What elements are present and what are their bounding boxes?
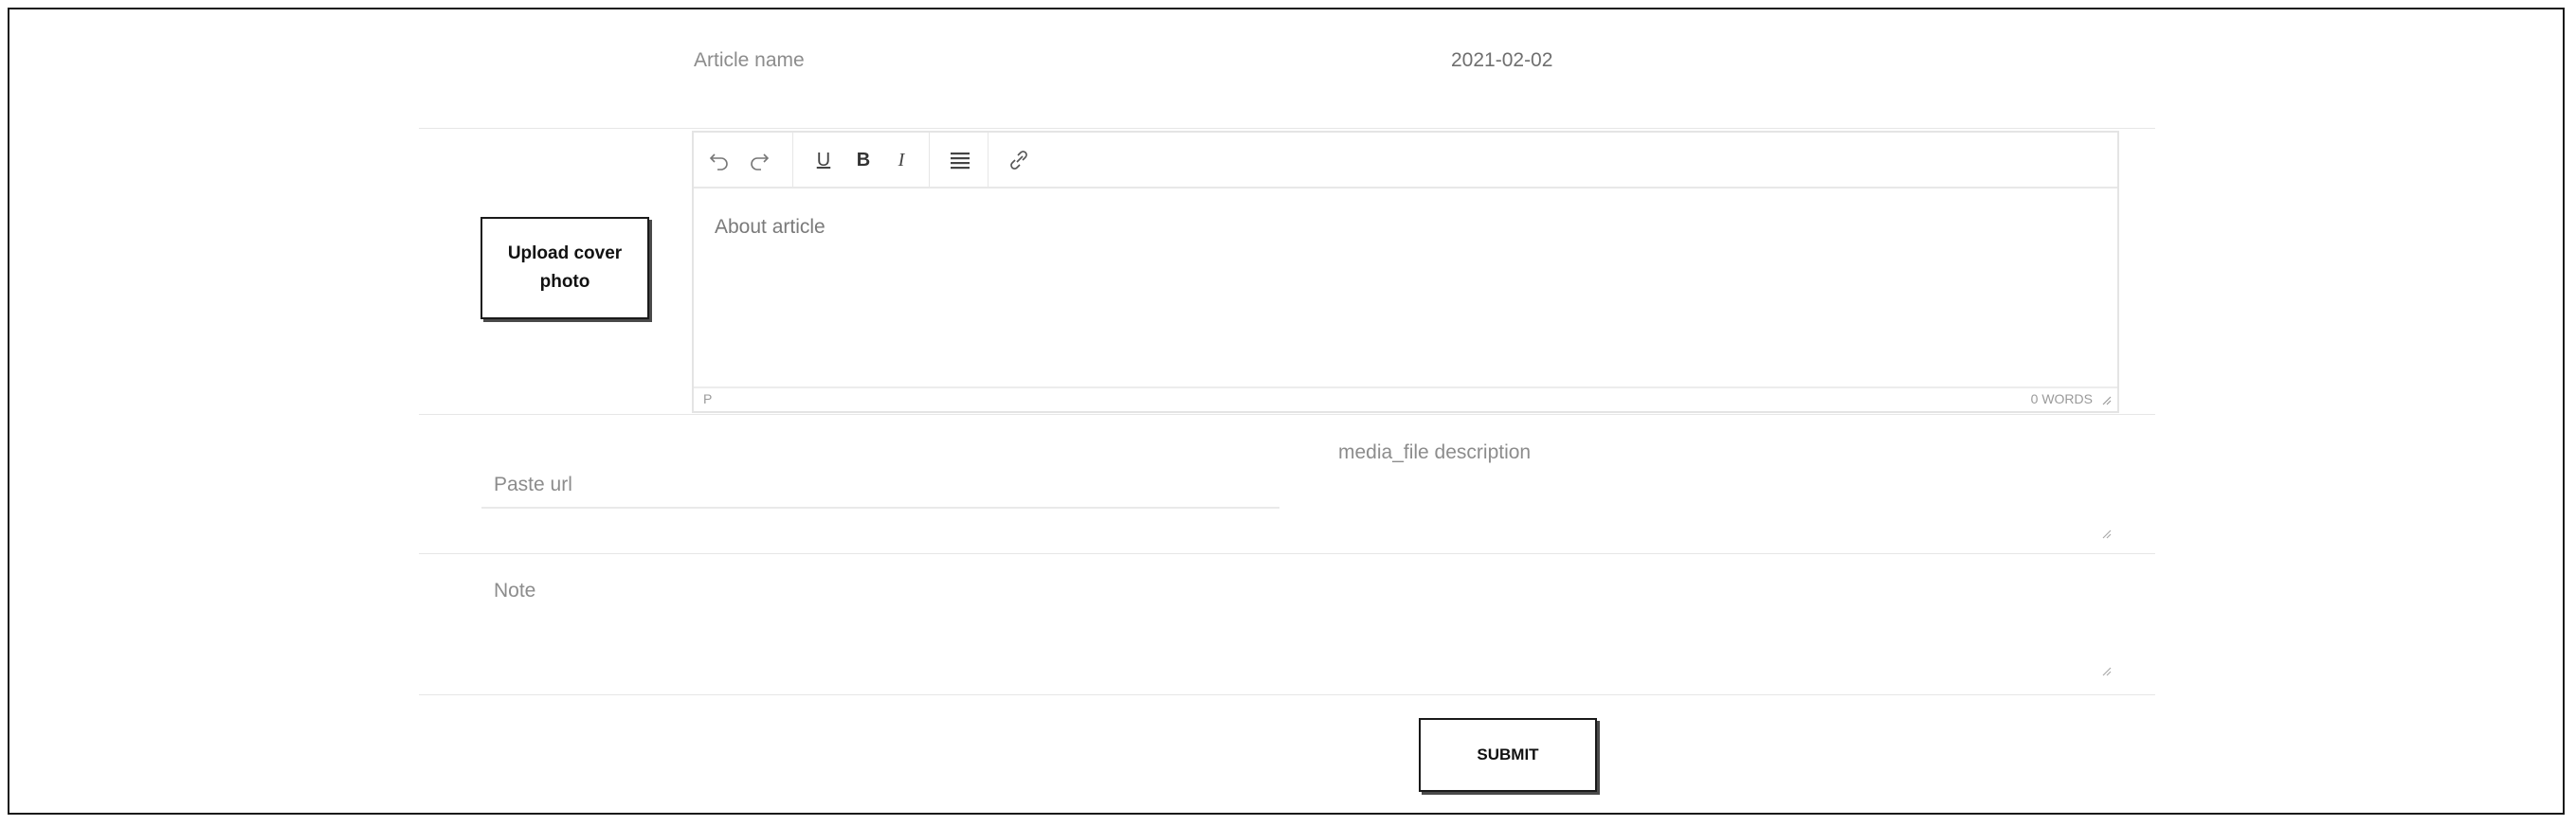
element-path[interactable]: P	[703, 391, 712, 406]
editor-content[interactable]: About article	[715, 216, 825, 239]
toolbar-separator	[988, 133, 989, 187]
upload-cover-label-line1: Upload cover	[507, 243, 623, 263]
divider	[419, 553, 2155, 554]
underline-icon[interactable]: U	[806, 142, 842, 178]
link-icon[interactable]	[1001, 142, 1037, 178]
editor-resize-icon[interactable]	[2100, 394, 2112, 405]
editor-toolbar: U B I	[694, 133, 2117, 189]
bold-icon[interactable]: B	[845, 142, 881, 178]
word-count: 0 WORDS	[2030, 391, 2093, 406]
editor-statusbar: P 0 WORDS	[694, 386, 2117, 411]
toolbar-separator	[792, 133, 793, 187]
align-icon[interactable]	[942, 142, 978, 178]
paste-url-input[interactable]: Paste url	[494, 474, 572, 496]
date-input[interactable]: 2021-02-02	[1451, 49, 1552, 72]
italic-icon[interactable]: I	[883, 142, 919, 178]
divider	[419, 694, 2155, 695]
media-description-textarea[interactable]: media_file description	[1338, 441, 1531, 464]
toolbar-separator	[929, 133, 930, 187]
upload-cover-label-line2: photo	[539, 272, 590, 292]
upload-cover-photo-button[interactable]: Upload cover photo	[481, 217, 649, 319]
rich-text-editor[interactable]: U B I About article P 0 WORDS	[692, 131, 2119, 413]
note-textarea[interactable]: Note	[494, 580, 535, 602]
redo-icon[interactable]	[741, 142, 777, 178]
paste-url-underline	[481, 507, 1279, 509]
article-name-input[interactable]: Article name	[694, 49, 805, 72]
undo-icon[interactable]	[701, 142, 737, 178]
divider	[419, 128, 2155, 129]
note-resize-icon[interactable]	[2098, 663, 2112, 676]
submit-button[interactable]: SUBMIT	[1419, 718, 1597, 792]
divider	[419, 414, 2155, 415]
media-description-resize-icon[interactable]	[2098, 526, 2112, 539]
